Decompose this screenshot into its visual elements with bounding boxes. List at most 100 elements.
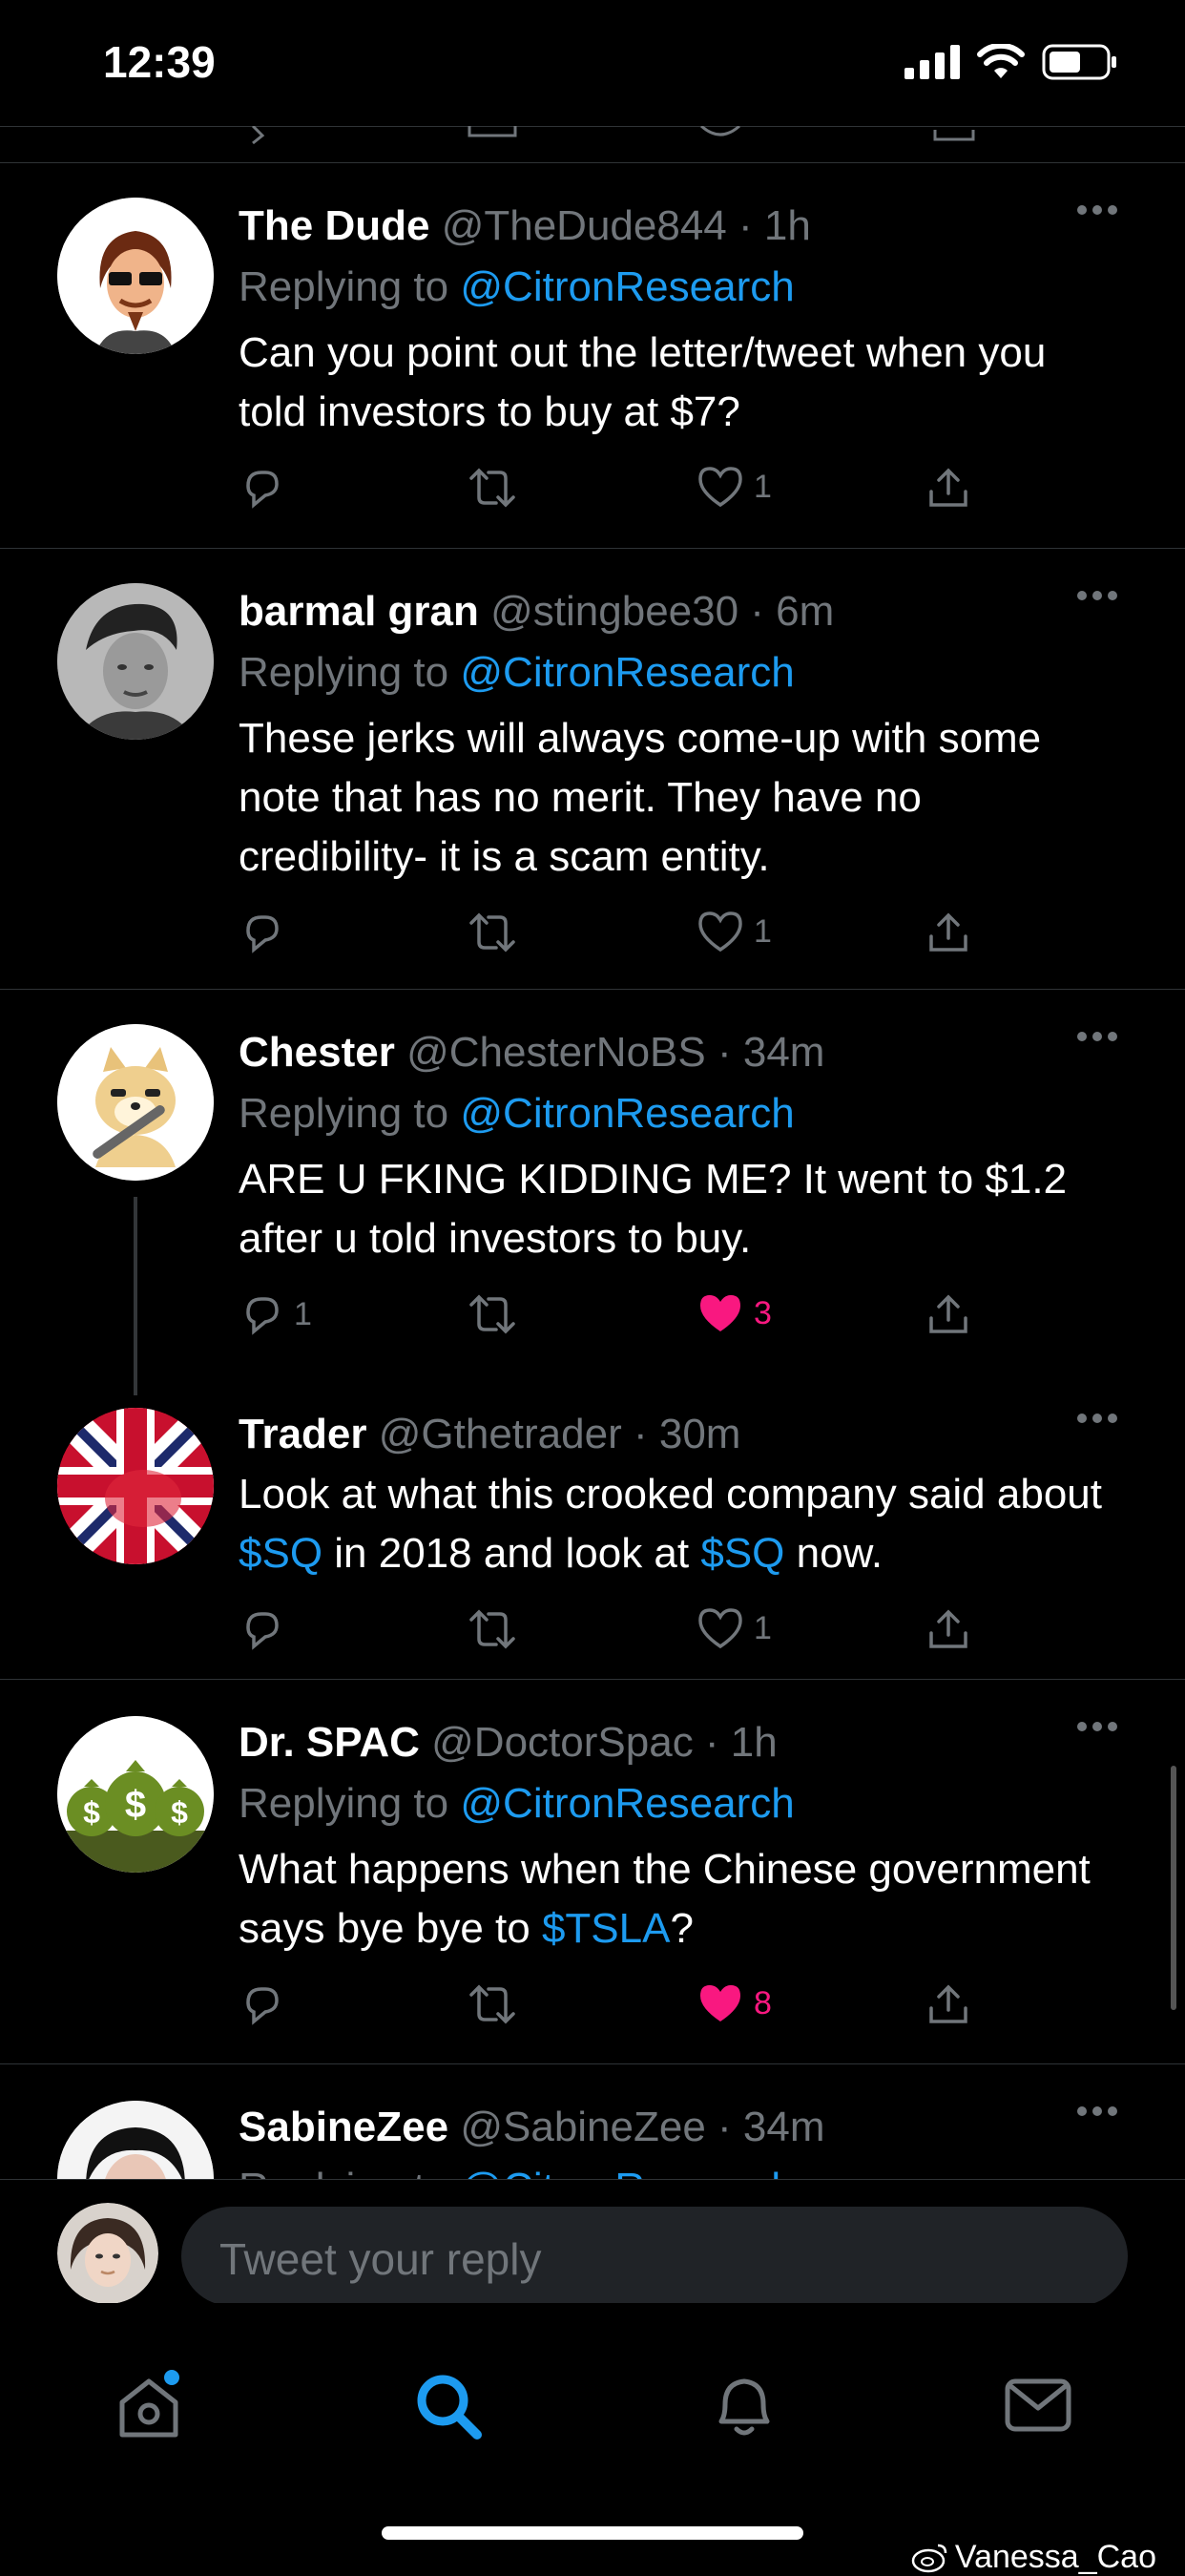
- retweet-icon: [469, 1294, 515, 1334]
- like-count: 8: [754, 1984, 772, 2021]
- reply-to-mention[interactable]: @CitronResearch: [460, 2165, 794, 2179]
- cashtag-link[interactable]: $TSLA: [542, 1905, 671, 1952]
- reply-to-mention[interactable]: @CitronResearch: [460, 263, 794, 310]
- more-options-icon[interactable]: [1076, 203, 1118, 217]
- home-icon: [119, 2370, 179, 2438]
- share-icon: [929, 468, 967, 507]
- author-name[interactable]: Dr. SPAC: [239, 1719, 420, 1766]
- reply-to-mention[interactable]: @CitronResearch: [460, 649, 794, 696]
- tweet-card[interactable]: The Dude @TheDude844 · 1h Replying to @C…: [0, 163, 1185, 549]
- author-handle[interactable]: @SabineZee · 34m: [460, 2104, 824, 2150]
- author-name[interactable]: SabineZee: [239, 2104, 448, 2150]
- like-button[interactable]: 1: [696, 910, 772, 953]
- like-count: 3: [754, 1294, 772, 1331]
- svg-text:$: $: [171, 1795, 188, 1830]
- like-button[interactable]: 1: [696, 1606, 772, 1650]
- tweet-card[interactable]: SabineZee @SabineZee · 34m Replying to @…: [0, 2064, 1185, 2179]
- reply-button[interactable]: [239, 1981, 294, 2027]
- avatar[interactable]: [57, 1408, 214, 1564]
- share-button[interactable]: [925, 465, 971, 511]
- retweet-button[interactable]: [468, 1981, 517, 2027]
- share-button[interactable]: [925, 1291, 971, 1337]
- tab-messages[interactable]: [1002, 2372, 1074, 2443]
- tweet-text: ARE U FKING KIDDING ME? It went to $1.2 …: [239, 1156, 1068, 1262]
- share-icon: [929, 1609, 967, 1648]
- avatar[interactable]: [57, 583, 214, 740]
- current-user-avatar[interactable]: [57, 2203, 158, 2304]
- more-options-icon[interactable]: [1076, 2105, 1118, 2118]
- tweet-card[interactable]: $ $ $ Dr. SPAC @DoctorSpac · 1h Replying…: [0, 1680, 1185, 2064]
- reply-to-mention[interactable]: @CitronResearch: [460, 1090, 794, 1137]
- search-icon: [417, 2375, 482, 2440]
- reply-placeholder: Tweet your reply: [219, 2234, 542, 2284]
- more-options-icon[interactable]: [1076, 589, 1118, 602]
- avatar[interactable]: $ $ $: [57, 1716, 214, 1873]
- wifi-icon: [977, 44, 1025, 78]
- scrollbar[interactable]: [1171, 1766, 1176, 2010]
- reply-icon: [246, 915, 279, 953]
- author-name[interactable]: Chester: [239, 1029, 395, 1076]
- reply-button[interactable]: [239, 910, 294, 955]
- tweet-card[interactable]: barmal gran @stingbee30 · 6m Replying to…: [0, 549, 1185, 990]
- share-button[interactable]: [925, 910, 971, 955]
- weibo-logo-icon: [911, 2544, 947, 2572]
- retweet-button[interactable]: [468, 1291, 517, 1337]
- tweet-text: What happens when the Chinese government…: [239, 1846, 1091, 1952]
- tweet-actions: 1 3: [239, 1291, 1118, 1349]
- tweet-text: Can you point out the letter/tweet when …: [239, 329, 1047, 435]
- like-button[interactable]: 1: [696, 465, 772, 509]
- share-button[interactable]: [925, 1606, 971, 1652]
- reply-button[interactable]: 1: [239, 1291, 312, 1337]
- tweet-card[interactable]: Chester @ChesterNoBS · 34m Replying to @…: [0, 990, 1185, 1372]
- avatar[interactable]: [57, 198, 214, 354]
- home-indicator[interactable]: [382, 2526, 803, 2540]
- heart-icon: [698, 1608, 742, 1649]
- bell-icon: [718, 2378, 770, 2436]
- tweet-actions: 1: [239, 910, 1118, 967]
- author-handle[interactable]: @TheDude844 · 1h: [442, 202, 811, 249]
- cashtag-link[interactable]: $SQ: [239, 1530, 322, 1577]
- reply-button[interactable]: [239, 1606, 294, 1652]
- like-count: 1: [754, 1609, 772, 1646]
- status-time: 12:39: [103, 37, 216, 87]
- reply-button[interactable]: [239, 465, 294, 511]
- heart-icon: [698, 467, 742, 508]
- tweet-card[interactable]: Trader @Gthetrader · 30m Look at what th…: [0, 1372, 1185, 1680]
- share-icon: [929, 1294, 967, 1333]
- share-button[interactable]: [925, 1981, 971, 2027]
- retweet-button[interactable]: [468, 465, 517, 511]
- retweet-icon: [469, 912, 515, 953]
- svg-text:$: $: [125, 1784, 146, 1826]
- more-options-icon[interactable]: [1076, 1412, 1118, 1425]
- reply-composer: Tweet your reply: [0, 2179, 1185, 2306]
- tab-home[interactable]: [113, 2370, 185, 2447]
- avatar[interactable]: [57, 2101, 214, 2179]
- more-options-icon[interactable]: [1076, 1720, 1118, 1733]
- author-handle[interactable]: @stingbee30 · 6m: [490, 588, 834, 635]
- reply-to-mention[interactable]: @CitronResearch: [460, 1780, 794, 1827]
- like-button[interactable]: 8: [696, 1981, 772, 2025]
- reply-count: 1: [294, 1295, 312, 1332]
- like-button[interactable]: 3: [696, 1291, 772, 1335]
- reply-icon: [246, 1297, 279, 1335]
- svg-text:$: $: [83, 1795, 100, 1830]
- more-options-icon[interactable]: [1076, 1030, 1118, 1043]
- retweet-button[interactable]: [468, 1606, 517, 1652]
- author-name[interactable]: Trader: [239, 1411, 367, 1457]
- tab-search[interactable]: [410, 2368, 487, 2449]
- heart-filled-icon: [700, 1985, 740, 2021]
- author-name[interactable]: barmal gran: [239, 588, 479, 635]
- retweet-icon: [469, 1984, 515, 2024]
- reply-input[interactable]: Tweet your reply: [181, 2207, 1128, 2306]
- author-name[interactable]: The Dude: [239, 202, 429, 249]
- cashtag-link[interactable]: $SQ: [700, 1530, 784, 1577]
- author-handle[interactable]: @Gthetrader · 30m: [379, 1411, 741, 1457]
- author-handle[interactable]: @ChesterNoBS · 34m: [406, 1029, 824, 1076]
- tab-notifications[interactable]: [708, 2368, 780, 2449]
- author-handle[interactable]: @DoctorSpac · 1h: [431, 1719, 778, 1766]
- retweet-icon: [469, 468, 515, 508]
- heart-filled-icon: [700, 1295, 740, 1331]
- retweet-button[interactable]: [468, 910, 517, 955]
- retweet-icon: [469, 1609, 515, 1649]
- avatar[interactable]: [57, 1024, 214, 1181]
